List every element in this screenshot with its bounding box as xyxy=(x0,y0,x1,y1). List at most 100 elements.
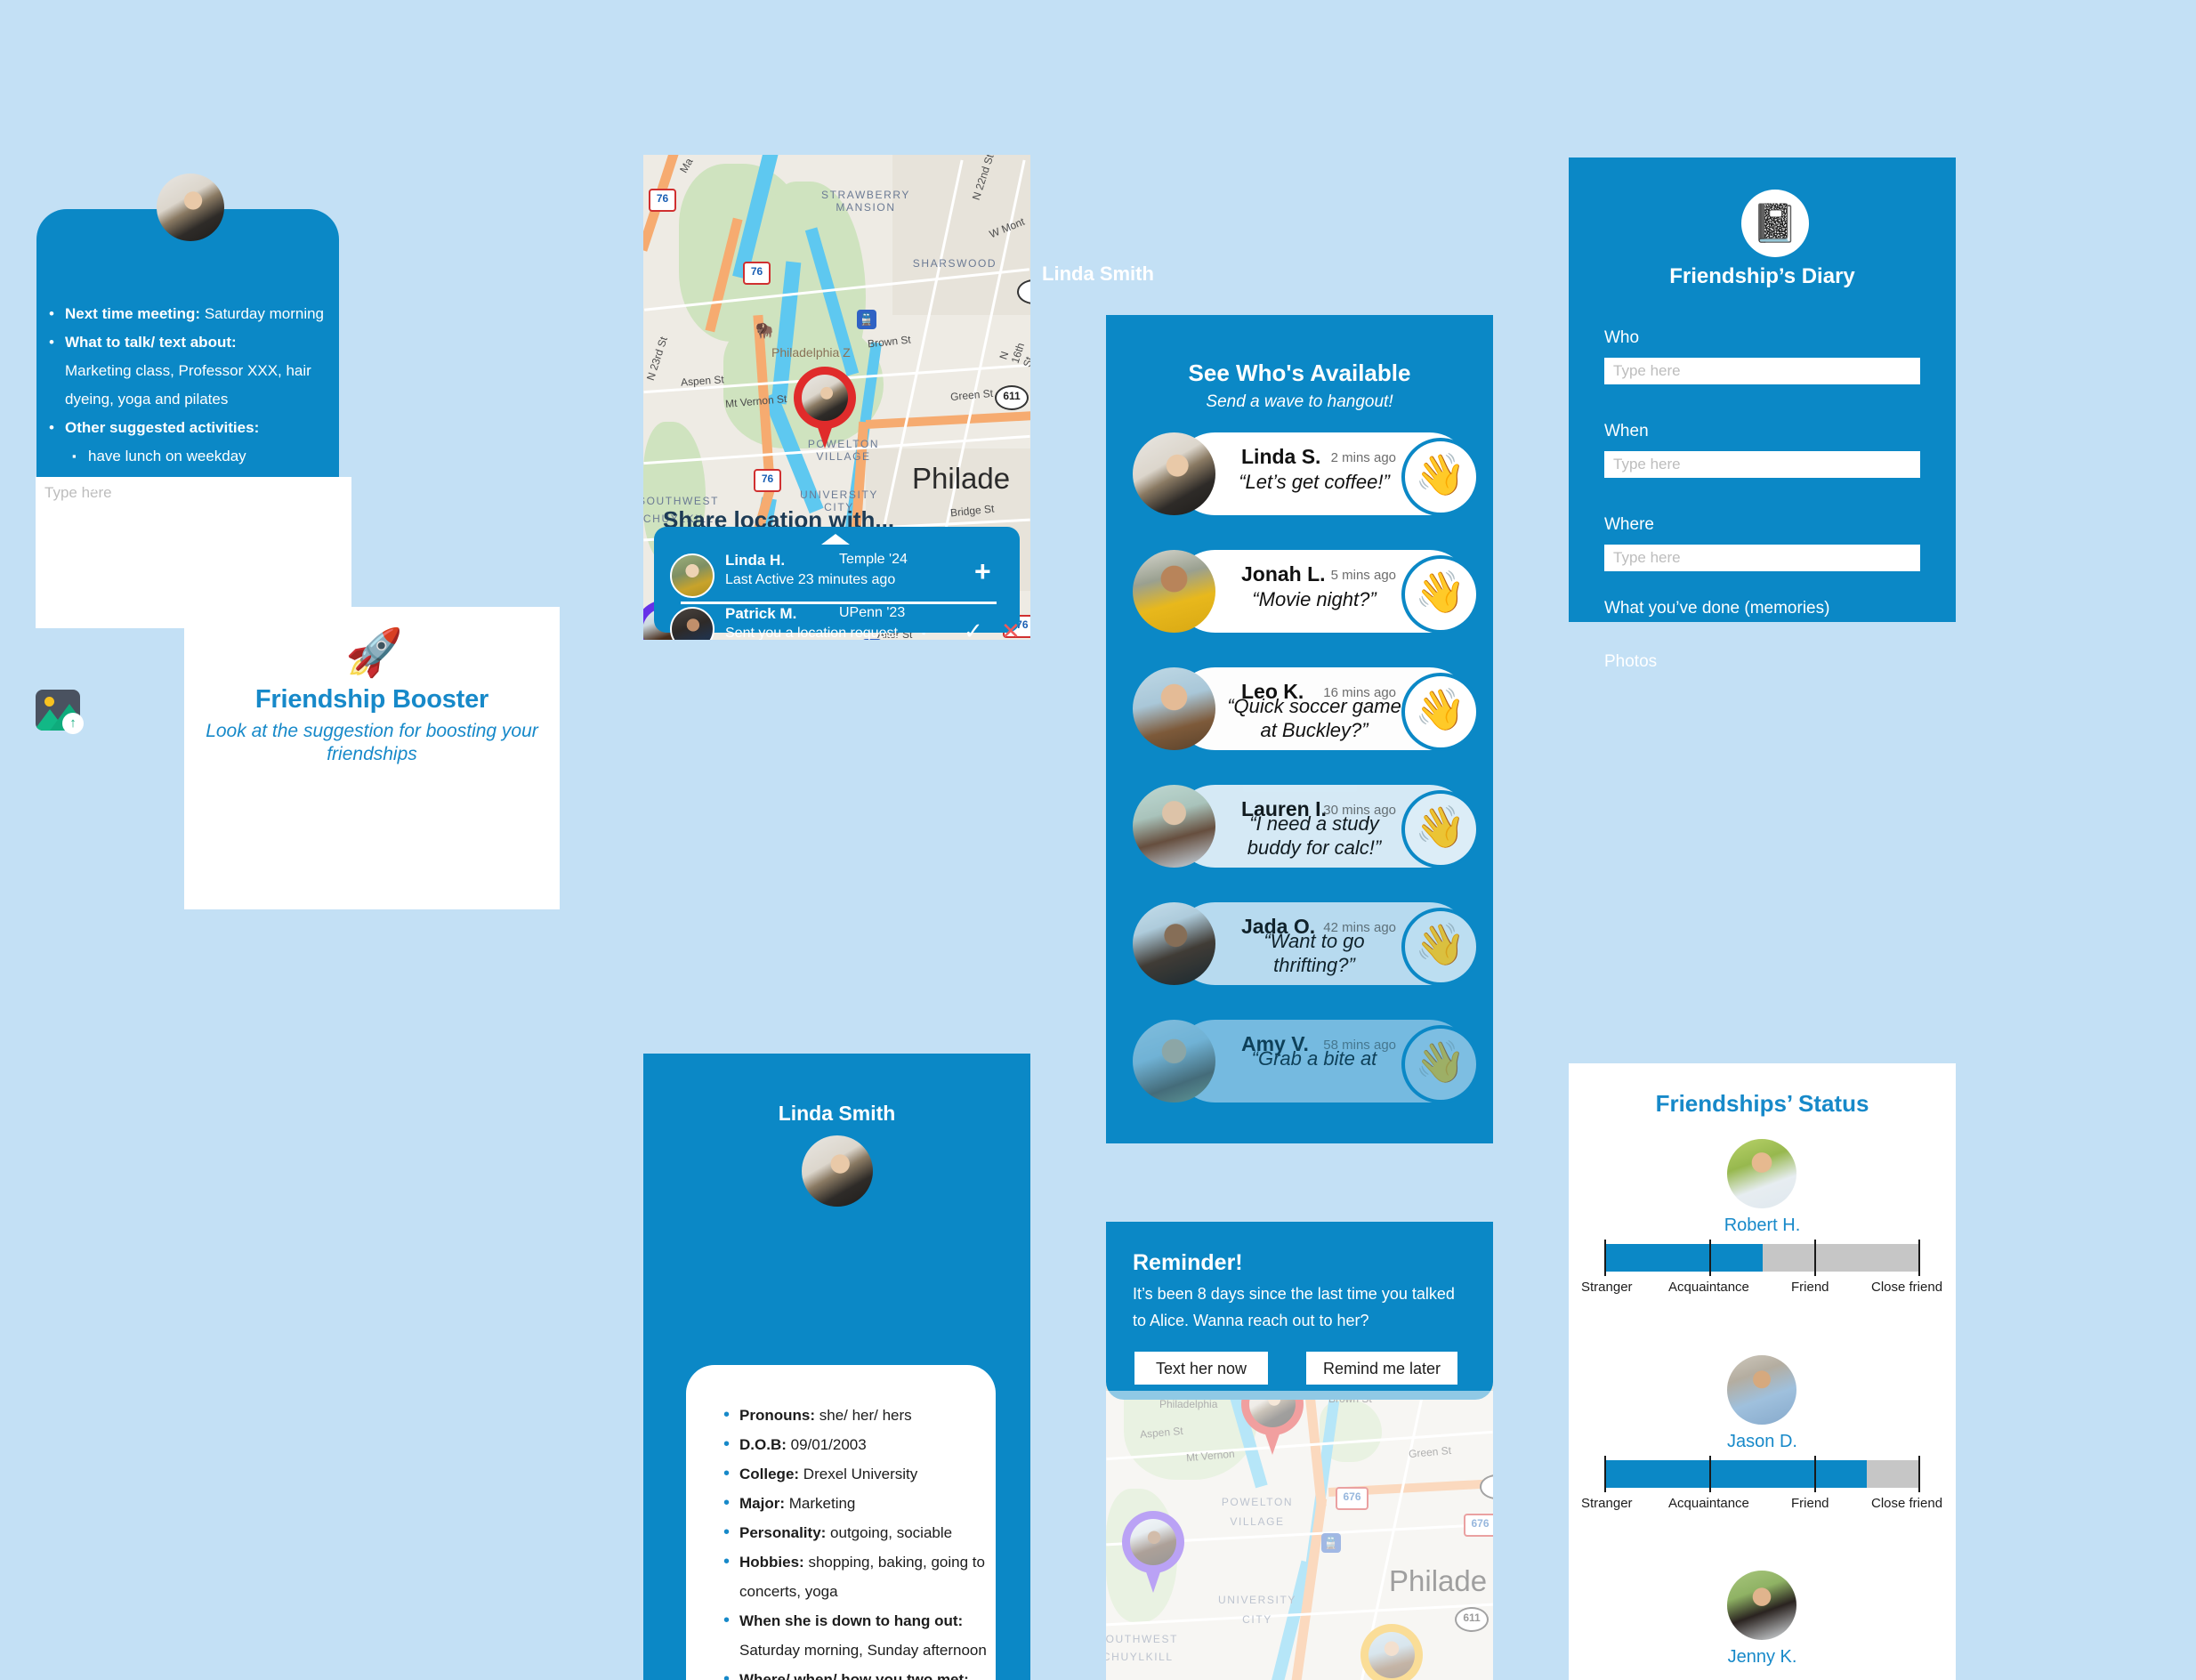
decline-button[interactable]: ✕ xyxy=(1001,618,1021,640)
list-item: Hobbies: shopping, baking, going to conc… xyxy=(722,1547,989,1606)
map-street-label: Green St xyxy=(949,386,994,404)
list-item: explore restaurants in Philly xyxy=(49,556,325,585)
person-quote: “Quick soccer game at Buckley?” xyxy=(1227,695,1401,741)
list-item: When she is down to hang out: Saturday m… xyxy=(722,1606,989,1665)
item-label: College: xyxy=(739,1466,800,1482)
timestamp: 5 mins ago xyxy=(1330,568,1396,583)
axis-tick xyxy=(1918,1240,1920,1276)
reminder-body: It’s been 8 days since the last time you… xyxy=(1133,1285,1455,1329)
photos-label: Photos xyxy=(1604,652,1658,671)
person-name: Robert H. xyxy=(1724,1216,1801,1235)
axis-label-acquaintance: Acquaintance xyxy=(1668,1496,1749,1511)
text-her-now-button[interactable]: Text her now xyxy=(1134,1352,1268,1385)
person-name: Jenny K. xyxy=(1727,1647,1797,1667)
map-pin-linda[interactable] xyxy=(794,367,856,450)
wave-button[interactable]: 👋 xyxy=(1401,1025,1480,1103)
avatar xyxy=(157,174,224,241)
list-item[interactable]: Leo K. 16 mins ago “Quick soccer game at… xyxy=(1133,667,1480,751)
axis-tick xyxy=(1709,1240,1711,1276)
list-item[interactable]: Linda S. 2 mins ago “Let’s get coffee!” … xyxy=(1133,432,1480,516)
list-item: have lunch on weekday xyxy=(49,442,325,471)
item-label: What to talk/ text about: xyxy=(65,334,237,351)
item-label: Hobbies: xyxy=(739,1554,804,1571)
map-canvas[interactable]: POWELTON VILLAGE UNIVERSITY CITY SOUTHWE… xyxy=(1106,1391,1493,1680)
axis-label-friend: Friend xyxy=(1791,1496,1829,1511)
remind-me-later-button[interactable]: Remind me later xyxy=(1306,1352,1457,1385)
who-input[interactable] xyxy=(1604,358,1920,384)
list-item[interactable]: Jonah L. 5 mins ago “Movie night?” 👋 xyxy=(1133,550,1480,634)
list-item: D.O.B: 09/01/2003 xyxy=(722,1430,989,1459)
list-item[interactable]: Lauren I. 30 mins ago “I need a study bu… xyxy=(1133,785,1480,868)
share-location-panel: Linda H. Temple '24 Last Active 23 minut… xyxy=(654,527,1021,640)
item-value: Marketing xyxy=(788,1495,856,1512)
axis-tick xyxy=(1604,1456,1606,1492)
bison-icon: 🦬 xyxy=(755,322,774,339)
avatar xyxy=(1727,1355,1796,1425)
rocket-icon: 🚀 xyxy=(345,627,403,679)
highway-shield-76: 76 xyxy=(649,189,676,212)
share-location-map-card[interactable]: STRAWBERRY MANSION SHARSWOOD POWELTON VI… xyxy=(643,155,1030,640)
upload-arrow-icon[interactable]: ↑ xyxy=(62,713,84,734)
notebook-icon: 📓 xyxy=(1741,190,1809,257)
person-name: Jonah L. xyxy=(1241,562,1326,586)
wave-button[interactable]: 👋 xyxy=(1401,438,1480,516)
list-item[interactable]: Amy V. 58 mins ago “Grab a bite at 👋 xyxy=(1133,1020,1480,1103)
contact-status: Last Active 23 minutes ago xyxy=(725,572,896,587)
contact-name: Linda H. xyxy=(725,552,786,569)
friendship-booster-card: 🚀 Friendship Booster Look at the suggest… xyxy=(184,607,560,909)
axis-tick xyxy=(1918,1456,1920,1492)
list-item: Where/ when/ how you two met: an event i… xyxy=(722,1665,989,1680)
train-station-icon: 🚆 xyxy=(857,310,876,329)
profile-card: Linda Smith Pronouns: she/ her/ hers D.O… xyxy=(643,1054,1030,1680)
contact-school: Temple '24 xyxy=(839,552,908,567)
map-overlay xyxy=(1106,1391,1493,1680)
item-label: Next time meeting: xyxy=(65,305,201,322)
avatar xyxy=(1133,667,1215,750)
axis-tick xyxy=(1814,1240,1816,1276)
axis-label-stranger: Stranger xyxy=(1581,1496,1633,1511)
where-label: Where xyxy=(1604,515,1654,534)
where-input[interactable] xyxy=(1604,545,1920,571)
map-place-label: STRAWBERRY MANSION xyxy=(820,189,910,214)
when-input[interactable] xyxy=(1604,451,1920,478)
axis-tick xyxy=(1814,1456,1816,1492)
accept-button[interactable]: ✓ xyxy=(964,618,983,640)
image-upload-icon[interactable]: ↑ xyxy=(36,690,85,736)
person-quote: “Movie night?” xyxy=(1252,588,1377,610)
map-street-label: Brown St xyxy=(867,333,912,351)
booster-subtitle: Look at the suggestion for boosting your… xyxy=(206,721,538,765)
see-whos-available-card: See Who's Available Send a wave to hango… xyxy=(1106,315,1493,1143)
avatar xyxy=(1133,550,1215,633)
item-value: Marketing class, Professor XXX, hair dye… xyxy=(65,362,311,408)
map-park-label: Philadelphia Z xyxy=(771,345,851,359)
item-label: Personality: xyxy=(739,1524,827,1541)
avatar xyxy=(1133,1020,1215,1102)
profile-info-list: Pronouns: she/ her/ hers D.O.B: 09/01/20… xyxy=(722,1401,989,1680)
item-label: When she is down to hang out: xyxy=(739,1612,964,1629)
route-marker-611: 611 xyxy=(995,385,1029,410)
avatar xyxy=(802,375,848,421)
chevron-up-icon[interactable] xyxy=(821,534,850,545)
booster-person-name: Linda Smith xyxy=(1042,262,1154,285)
timestamp: 2 mins ago xyxy=(1330,450,1396,465)
list-item[interactable]: Jada O. 42 mins ago “Want to go thriftin… xyxy=(1133,902,1480,986)
avatar xyxy=(670,607,715,640)
reminder-title: Reminder! xyxy=(1133,1250,1243,1275)
add-contact-button[interactable]: + xyxy=(974,557,991,586)
wave-button[interactable]: 👋 xyxy=(1401,555,1480,634)
person-name: Jason D. xyxy=(1727,1432,1797,1451)
item-value: Drexel University xyxy=(803,1466,918,1482)
wave-button[interactable]: 👋 xyxy=(1401,908,1480,986)
wave-button[interactable]: 👋 xyxy=(1401,790,1480,868)
wave-button[interactable]: 👋 xyxy=(1401,673,1480,751)
when-label: When xyxy=(1604,422,1649,440)
map-street-label: Ma xyxy=(677,156,696,175)
list-item: What to talk/ text about: Marketing class… xyxy=(49,328,325,414)
contact-status: Sent you a location request xyxy=(725,626,898,640)
list-item: go to Starbucks LeBow xyxy=(49,471,325,499)
profile-detail-sheet: Pronouns: she/ her/ hers D.O.B: 09/01/20… xyxy=(686,1365,996,1680)
friendship-diary-card: 📓 Friendship’s Diary Who When Where What… xyxy=(1569,158,1956,622)
booster-title: Friendship Booster xyxy=(254,685,489,714)
progress-track xyxy=(1604,1244,1920,1272)
item-value: 09/01/2003 xyxy=(790,1436,867,1453)
